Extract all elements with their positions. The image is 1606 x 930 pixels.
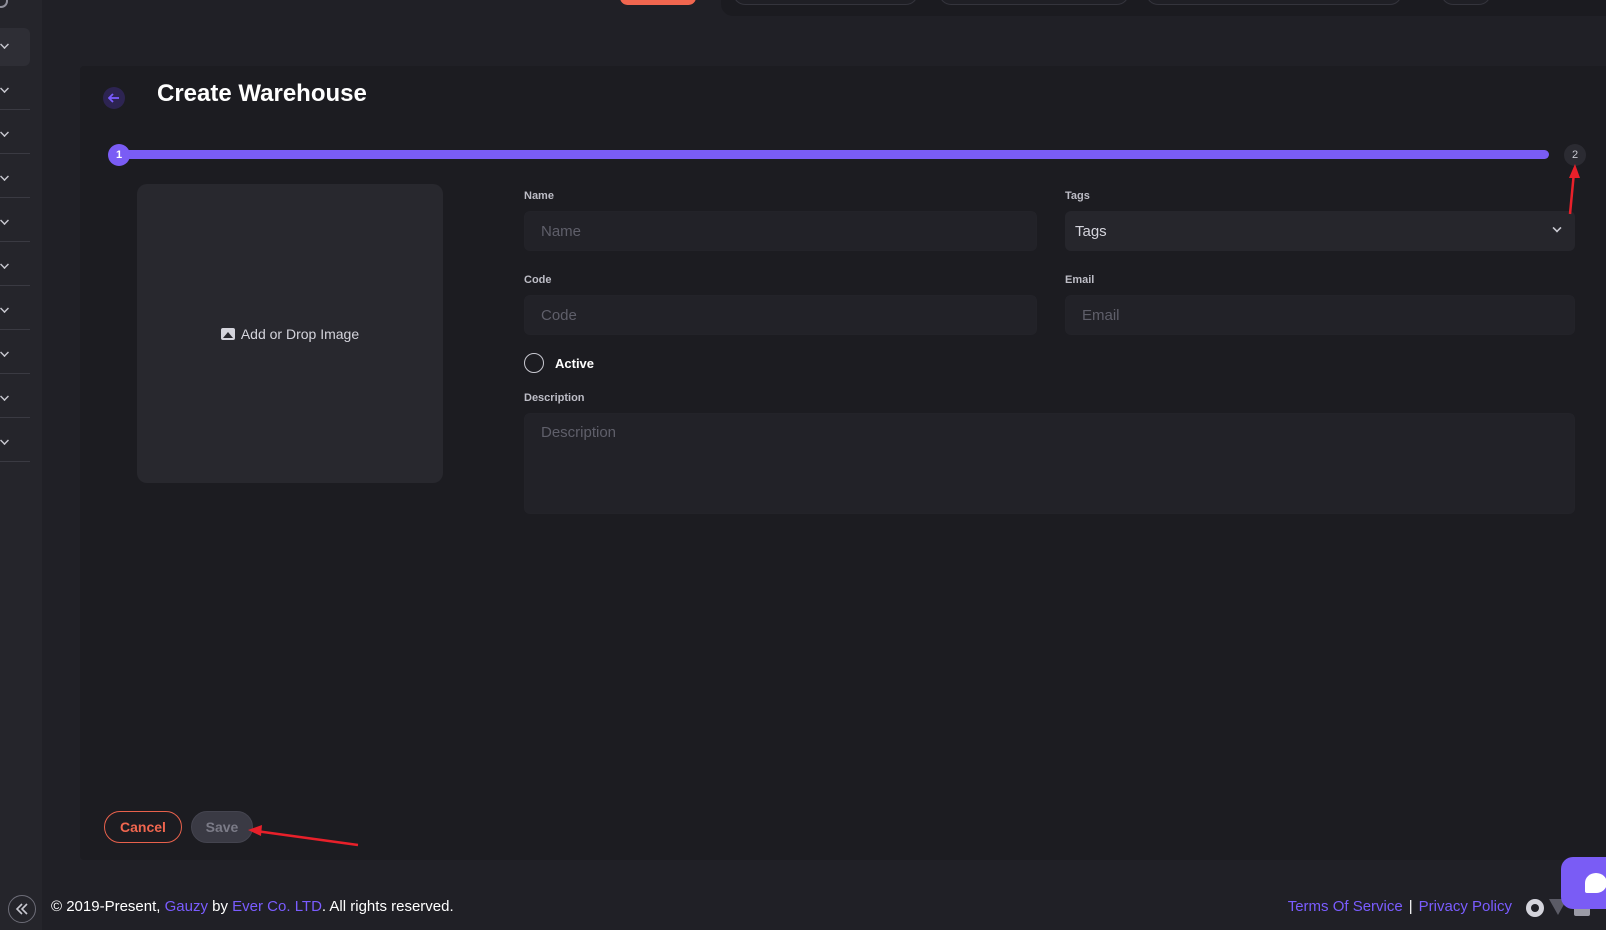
header-select-3[interactable] [1146,0,1402,5]
code-label: Code [524,274,552,286]
chevron-down-icon [0,436,9,445]
by-text: by [207,898,233,915]
step-2-indicator[interactable]: 2 [1564,144,1586,166]
image-icon [220,327,235,340]
sidebar-item-7[interactable] [0,292,30,330]
chevron-down-icon [0,216,9,225]
tags-select-value: Tags [1075,222,1107,240]
chevron-down-icon [0,348,9,357]
chevron-down-icon [0,40,9,49]
name-label: Name [524,190,554,202]
save-button[interactable]: Save [191,811,253,843]
gauzy-link[interactable]: Gauzy [165,898,208,915]
footer-links: Terms Of Service | Privacy Policy [1288,898,1512,915]
stepper-progress-bar [118,150,1549,159]
sidebar-item-1[interactable] [0,28,30,66]
ever-co-link[interactable]: Ever Co. LTD [232,898,322,915]
rights-text: . All rights reserved. [321,898,454,915]
sidebar-item-4[interactable] [0,160,30,198]
sidebar-top-icon [0,0,8,8]
cancel-button[interactable]: Cancel [104,811,182,843]
image-drop-label: Add or Drop Image [240,325,360,342]
chevron-down-icon [0,260,9,269]
terms-link[interactable]: Terms Of Service [1288,898,1403,915]
header-primary-button[interactable] [620,0,696,5]
image-drop-zone[interactable]: Add or Drop Image [137,184,443,483]
header-select-1[interactable] [733,0,918,5]
arrow-left-icon [108,93,119,103]
double-chevron-left-icon [15,903,28,915]
sidebar-item-2[interactable] [0,72,30,110]
code-input[interactable] [524,295,1037,335]
sidebar-item-6[interactable] [0,248,30,286]
chevron-down-icon [0,128,9,137]
sidebar-item-9[interactable] [0,380,30,418]
name-input[interactable] [524,211,1037,251]
sidebar-item-8[interactable] [0,336,30,374]
footer-separator: | [1408,898,1413,915]
active-label: Active [555,356,595,371]
sidebar-item-3[interactable] [0,116,30,154]
chevron-down-icon [0,392,9,401]
email-label: Email [1065,274,1095,286]
description-label: Description [524,392,585,404]
chat-widget-button[interactable] [1561,857,1606,909]
collapse-sidebar-button[interactable] [8,895,36,923]
description-textarea[interactable] [524,413,1575,514]
privacy-link[interactable]: Privacy Policy [1419,898,1512,915]
step-1-indicator[interactable]: 1 [108,144,130,166]
tags-select[interactable]: Tags [1065,211,1575,251]
copyright-prefix: © 2019-Present, [51,898,165,915]
chevron-down-icon [0,304,9,313]
sidebar-item-10[interactable] [0,424,30,462]
back-button[interactable] [103,87,125,109]
footer-copyright: © 2019-Present, Gauzy by Ever Co. LTD. A… [51,898,454,915]
header-select-2[interactable] [939,0,1129,5]
github-icon[interactable] [1526,899,1544,917]
tags-label: Tags [1065,190,1090,202]
page-title: Create Warehouse [157,80,367,107]
header-toolbar [721,0,1606,16]
email-input[interactable] [1065,295,1575,335]
left-sidebar [0,0,42,930]
active-radio[interactable] [524,353,544,373]
chevron-down-icon [0,172,9,181]
chevron-down-icon [0,84,9,93]
chevron-down-icon [1552,223,1562,233]
sidebar-item-5[interactable] [0,204,30,242]
header-select-4[interactable] [1441,0,1491,5]
